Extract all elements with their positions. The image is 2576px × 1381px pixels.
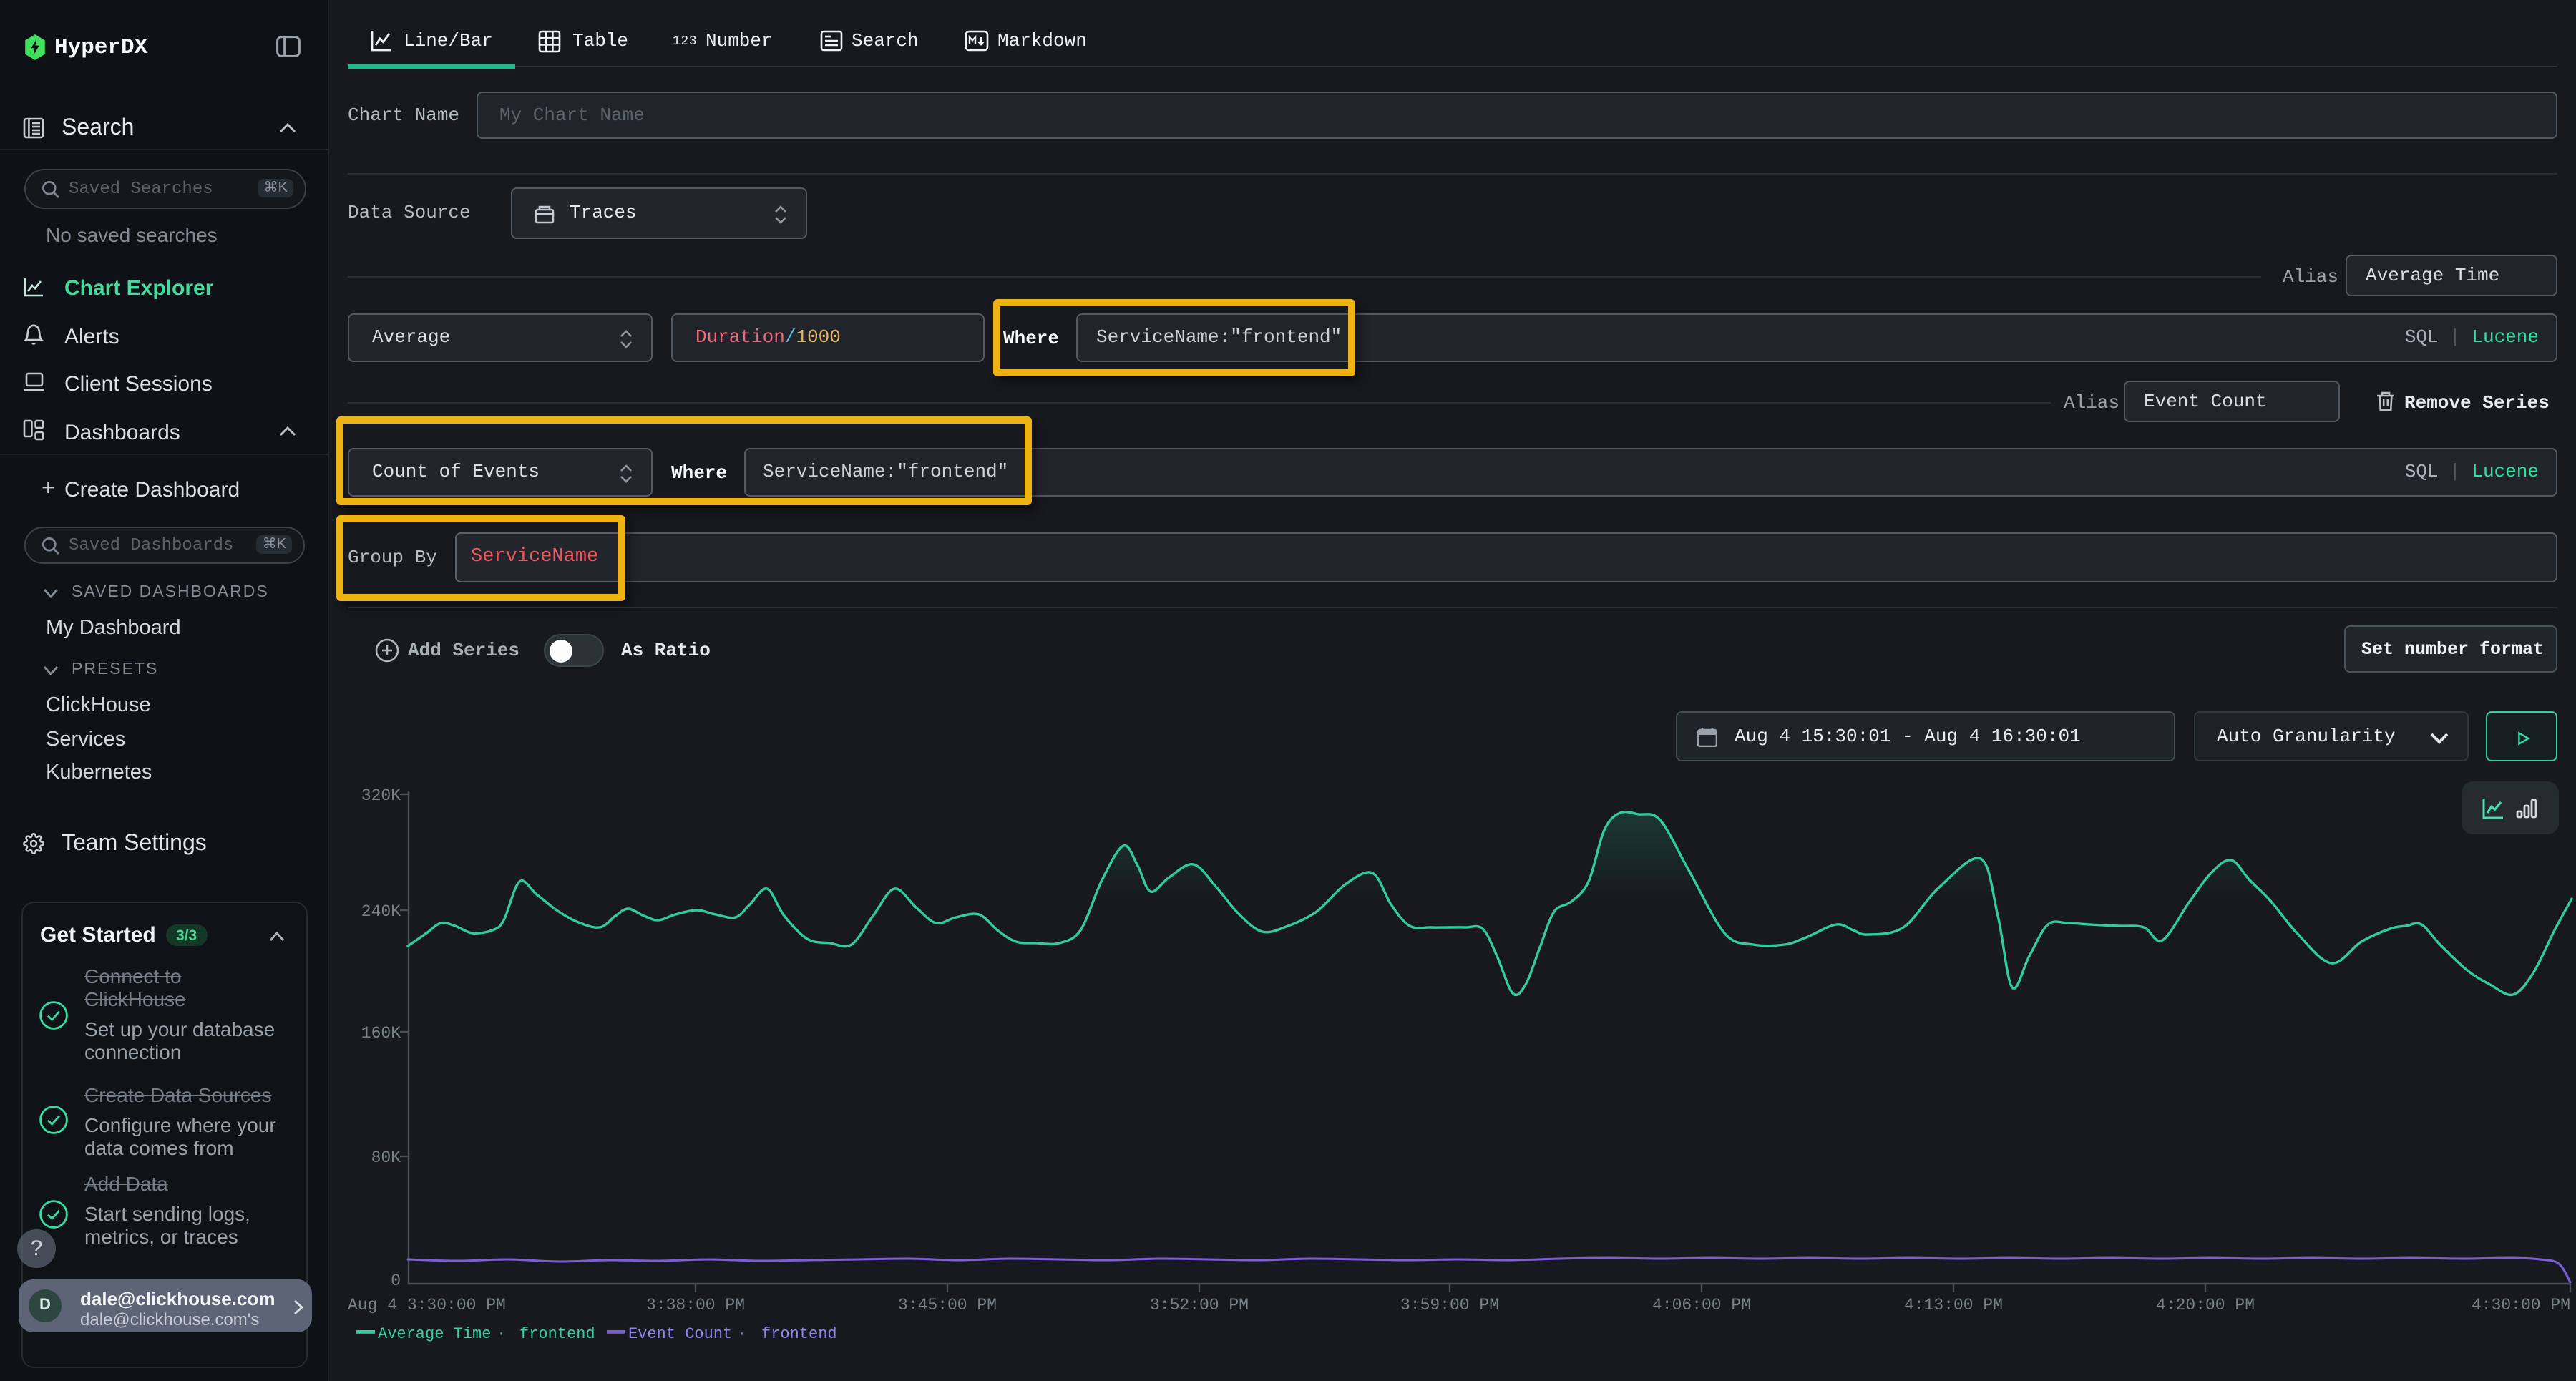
svg-text:160K: 160K [361, 1024, 401, 1043]
svg-text:Event Count: Event Count [628, 1325, 732, 1343]
svg-text:frontend: frontend [519, 1325, 595, 1343]
svg-text:Average Time: Average Time [378, 1325, 491, 1343]
svg-text:0: 0 [391, 1272, 401, 1290]
svg-text:·: · [737, 1325, 746, 1343]
svg-text:240K: 240K [361, 902, 401, 921]
svg-text:320K: 320K [361, 786, 401, 805]
svg-text:80K: 80K [371, 1148, 401, 1167]
svg-text:·: · [497, 1325, 506, 1343]
svg-text:frontend: frontend [761, 1325, 837, 1343]
